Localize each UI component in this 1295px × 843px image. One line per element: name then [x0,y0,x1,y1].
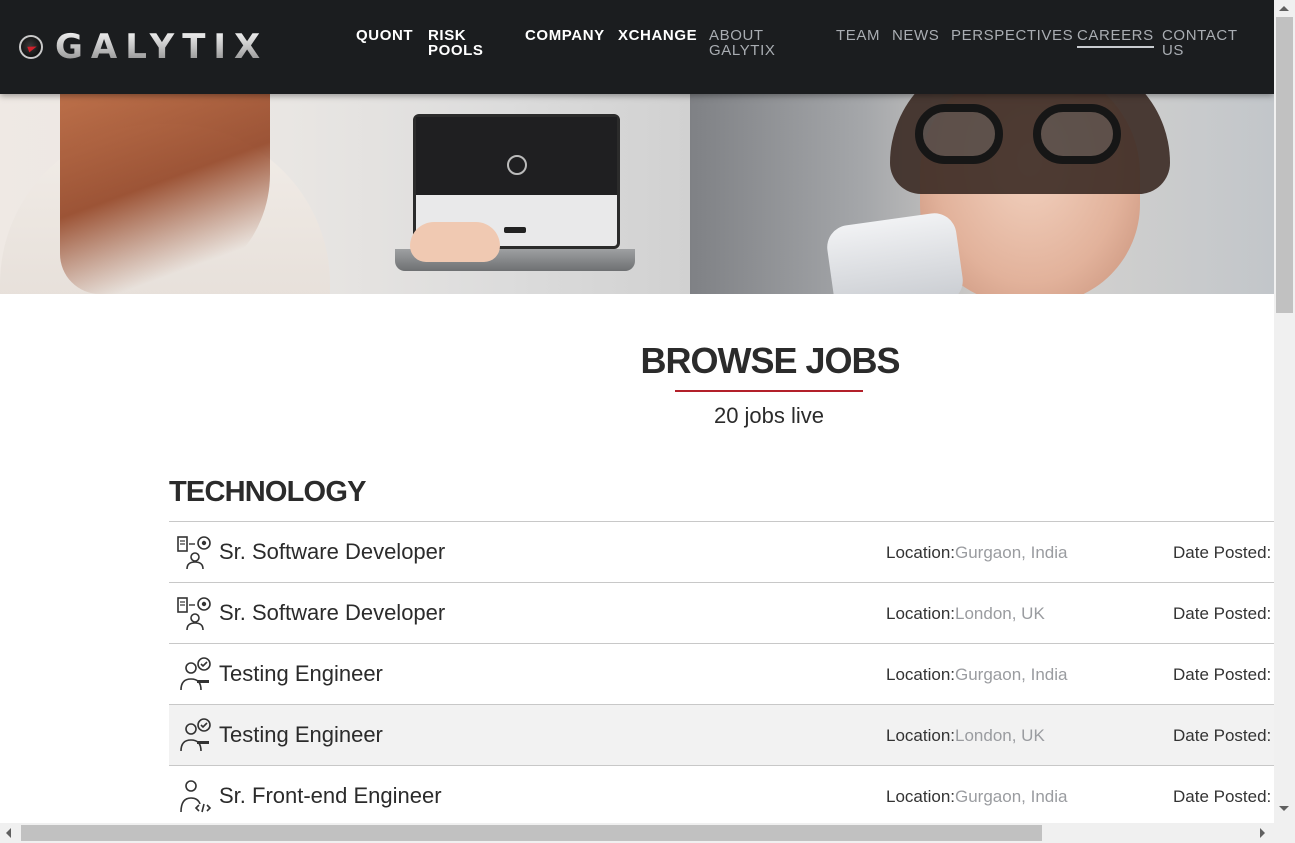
hero-glasses-shape [915,104,1145,164]
site-header: GALYTIX QUONT RISK POOLS COMPANY XCHANGE… [0,0,1274,94]
job-row[interactable]: Sr. Software Developer Location:London, … [169,583,1274,644]
job-location: Location:Gurgaon, India [886,787,1067,807]
scrollbar-corner [1274,823,1295,843]
location-value: Gurgaon, India [955,543,1068,562]
title-underline [675,390,863,392]
glasses-lens-right [1033,104,1121,164]
nav-item-careers[interactable]: CAREERS [1077,28,1154,48]
vertical-scrollbar[interactable] [1274,0,1295,823]
section-title-technology: TECHNOLOGY [169,476,366,508]
location-value: London, UK [955,604,1045,623]
horizontal-scroll-thumb[interactable] [21,825,1042,841]
horizontal-scrollbar[interactable] [0,823,1274,843]
vertical-scroll-thumb[interactable] [1276,17,1293,313]
browse-jobs-title: BROWSE JOBS [640,340,900,381]
page-viewport: GALYTIX QUONT RISK POOLS COMPANY XCHANGE… [0,0,1274,823]
location-label: Location: [886,604,955,623]
frontend-engineer-icon [180,780,212,813]
job-title[interactable]: Sr. Software Developer [219,539,445,565]
job-row[interactable]: Sr. Front-end Engineer Location:Gurgaon,… [169,766,1274,823]
jobs-live-count: 20 jobs live [713,403,825,428]
nav-item-news[interactable]: NEWS [892,28,939,43]
nav-item-team[interactable]: TEAM [836,28,880,43]
nav-item-perspectives[interactable]: PERSPECTIVES [951,28,1073,43]
hero-phone-shape [824,210,966,294]
job-title[interactable]: Sr. Front-end Engineer [219,783,442,809]
nav-item-quont[interactable]: QUONT [356,28,413,43]
scroll-down-arrow-icon[interactable] [1279,806,1289,811]
job-row[interactable]: Testing Engineer Location:Gurgaon, India… [169,644,1274,705]
date-posted-label: Date Posted: [1173,604,1272,623]
developer-icon [177,597,211,631]
hero-banner-image [0,94,1274,294]
hero-right-photo [690,94,1274,294]
job-location: Location:London, UK [886,726,1045,746]
laptop-screen-button [504,227,526,233]
job-title[interactable]: Sr. Software Developer [219,600,445,626]
location-value: Gurgaon, India [955,787,1068,806]
tester-icon [180,718,211,752]
date-posted-label: Date Posted: [1173,543,1272,562]
nav-item-contact-us[interactable]: CONTACT US [1162,28,1238,58]
job-row[interactable]: Sr. Software Developer Location:Gurgaon,… [169,522,1274,583]
jobs-list: Sr. Software Developer Location:Gurgaon,… [169,521,1274,823]
nav-item-xchange[interactable]: XCHANGE [618,28,697,43]
date-posted-label: Date Posted: [1173,787,1272,806]
scroll-left-arrow-icon[interactable] [6,828,11,838]
nav-item-risk-pools[interactable]: RISK POOLS [428,28,484,58]
laptop-screen-logo [507,155,527,175]
job-location: Location:Gurgaon, India [886,665,1067,685]
hero-hand-shape [410,222,500,262]
location-value: London, UK [955,726,1045,745]
logo-mark-icon [19,35,43,59]
tester-icon [180,657,211,691]
developer-icon [177,536,211,570]
nav-item-company[interactable]: COMPANY [525,28,605,43]
job-title[interactable]: Testing Engineer [219,661,383,687]
location-label: Location: [886,726,955,745]
location-label: Location: [886,665,955,684]
nav-item-about-galytix[interactable]: ABOUT GALYTIX [709,28,775,58]
date-posted-label: Date Posted: [1173,665,1272,684]
location-label: Location: [886,543,955,562]
scroll-right-arrow-icon[interactable] [1260,828,1265,838]
location-value: Gurgaon, India [955,665,1068,684]
job-location: Location:London, UK [886,604,1045,624]
location-label: Location: [886,787,955,806]
glasses-lens-left [915,104,1003,164]
galytix-logo[interactable]: GALYTIX [19,30,268,64]
job-row[interactable]: Testing Engineer Location:London, UK Dat… [169,705,1274,766]
hero-left-photo [0,94,720,294]
logo-text: GALYTIX [55,27,269,67]
scroll-up-arrow-icon[interactable] [1279,6,1289,11]
date-posted-label: Date Posted: [1173,726,1272,745]
job-title[interactable]: Testing Engineer [219,722,383,748]
job-location: Location:Gurgaon, India [886,543,1067,563]
